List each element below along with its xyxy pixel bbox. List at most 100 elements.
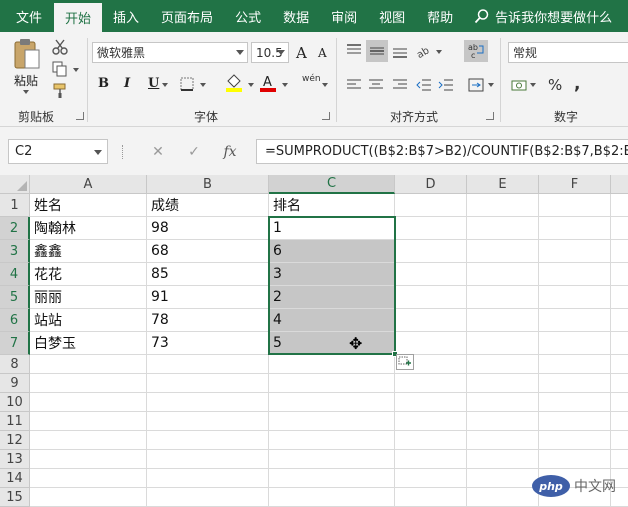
cell-e8[interactable] [467, 355, 539, 374]
cell-b10[interactable] [147, 393, 269, 412]
cell-e12[interactable] [467, 431, 539, 450]
cell-b15[interactable] [147, 488, 269, 507]
cell-g5[interactable] [611, 286, 628, 309]
cell-b14[interactable] [147, 469, 269, 488]
column-header-c[interactable]: C [269, 175, 395, 194]
name-box[interactable]: C2 [8, 139, 108, 164]
tab-home[interactable]: 开始 [54, 3, 103, 32]
align-bottom-icon[interactable] [390, 42, 410, 60]
paste-dropdown-icon[interactable] [23, 90, 29, 94]
fill-color-dropdown-icon[interactable] [248, 83, 254, 87]
tab-review[interactable]: 审阅 [320, 0, 368, 32]
row-header-3[interactable]: 3 [0, 240, 30, 263]
cell-e3[interactable] [467, 240, 539, 263]
cell-g4[interactable] [611, 263, 628, 286]
cell-b12[interactable] [147, 431, 269, 450]
cell-f9[interactable] [539, 374, 611, 393]
cell-e15[interactable] [467, 488, 539, 507]
column-header-d[interactable]: D [395, 175, 467, 194]
cell-c8[interactable] [269, 355, 395, 374]
tell-me-box[interactable]: 告诉我你想要做什么 [464, 0, 612, 32]
cell-a12[interactable] [30, 431, 147, 450]
cell-d3[interactable] [395, 240, 467, 263]
cell-f12[interactable] [539, 431, 611, 450]
column-header-a[interactable]: A [30, 175, 147, 194]
tab-formulas[interactable]: 公式 [224, 0, 272, 32]
cell-d13[interactable] [395, 450, 467, 469]
cell-g11[interactable] [611, 412, 628, 431]
cell-c5[interactable]: 2 [269, 286, 395, 309]
cell-g1[interactable] [611, 194, 628, 217]
cell-c15[interactable] [269, 488, 395, 507]
cell-g2[interactable] [611, 217, 628, 240]
cell-a11[interactable] [30, 412, 147, 431]
cell-d5[interactable] [395, 286, 467, 309]
tab-data[interactable]: 数据 [272, 0, 320, 32]
cell-c6[interactable]: 4 [269, 309, 395, 332]
row-header-4[interactable]: 4 [0, 263, 30, 286]
cell-e13[interactable] [467, 450, 539, 469]
merge-center-icon[interactable] [466, 76, 486, 94]
cell-f7[interactable] [539, 332, 611, 355]
cell-b2[interactable]: 98 [147, 217, 269, 240]
cell-b8[interactable] [147, 355, 269, 374]
row-header-6[interactable]: 6 [0, 309, 30, 332]
cell-c11[interactable] [269, 412, 395, 431]
cell-d2[interactable] [395, 217, 467, 240]
enter-button[interactable]: ✓ [176, 144, 212, 160]
grow-font-button[interactable]: A [296, 44, 307, 62]
cell-a4[interactable]: 花花 [30, 263, 147, 286]
cell-f13[interactable] [539, 450, 611, 469]
column-header-b[interactable]: B [147, 175, 269, 194]
cell-a3[interactable]: 鑫鑫 [30, 240, 147, 263]
paste-button-label[interactable]: 粘贴 [14, 72, 38, 89]
cell-e2[interactable] [467, 217, 539, 240]
cell-d12[interactable] [395, 431, 467, 450]
orientation-dropdown-icon[interactable] [436, 50, 442, 54]
font-color-icon[interactable]: A [258, 72, 278, 94]
font-launcher-icon[interactable] [322, 112, 330, 120]
wrap-text-icon[interactable]: ab c [464, 40, 488, 62]
insert-function-button[interactable]: fx [212, 144, 248, 160]
cell-f5[interactable] [539, 286, 611, 309]
underline-button[interactable]: U [148, 76, 159, 91]
cell-b6[interactable]: 78 [147, 309, 269, 332]
cell-b7[interactable]: 73 [147, 332, 269, 355]
column-header-g[interactable] [611, 175, 628, 194]
cell-d15[interactable] [395, 488, 467, 507]
copy-dropdown-icon[interactable] [73, 68, 79, 72]
quick-analysis-icon[interactable] [396, 354, 414, 370]
align-left-icon[interactable] [344, 76, 364, 94]
font-color-dropdown-icon[interactable] [282, 83, 288, 87]
cell-g6[interactable] [611, 309, 628, 332]
cell-e9[interactable] [467, 374, 539, 393]
row-header-7[interactable]: 7 [0, 332, 30, 355]
font-size-combo[interactable]: 10.5 [251, 42, 289, 63]
cell-c3[interactable]: 6 [269, 240, 395, 263]
row-header-10[interactable]: 10 [0, 393, 30, 412]
cell-g12[interactable] [611, 431, 628, 450]
italic-button[interactable]: I [124, 76, 130, 91]
tab-file[interactable]: 文件 [0, 0, 54, 32]
increase-indent-icon[interactable] [436, 76, 456, 94]
cell-a7[interactable]: 白梦玉 [30, 332, 147, 355]
align-right-icon[interactable] [390, 76, 410, 94]
cell-e6[interactable] [467, 309, 539, 332]
cell-g9[interactable] [611, 374, 628, 393]
cell-g3[interactable] [611, 240, 628, 263]
cell-d4[interactable] [395, 263, 467, 286]
row-header-15[interactable]: 15 [0, 488, 30, 507]
cell-e1[interactable] [467, 194, 539, 217]
cell-f6[interactable] [539, 309, 611, 332]
cell-d11[interactable] [395, 412, 467, 431]
phonetic-button[interactable]: wén [302, 74, 321, 84]
select-all-button[interactable] [0, 175, 30, 194]
cell-e10[interactable] [467, 393, 539, 412]
align-center-icon[interactable] [366, 76, 386, 94]
align-top-icon[interactable] [344, 42, 364, 60]
cell-e5[interactable] [467, 286, 539, 309]
row-header-1[interactable]: 1 [0, 194, 30, 217]
cell-c12[interactable] [269, 431, 395, 450]
cell-a1[interactable]: 姓名 [30, 194, 147, 217]
row-header-5[interactable]: 5 [0, 286, 30, 309]
